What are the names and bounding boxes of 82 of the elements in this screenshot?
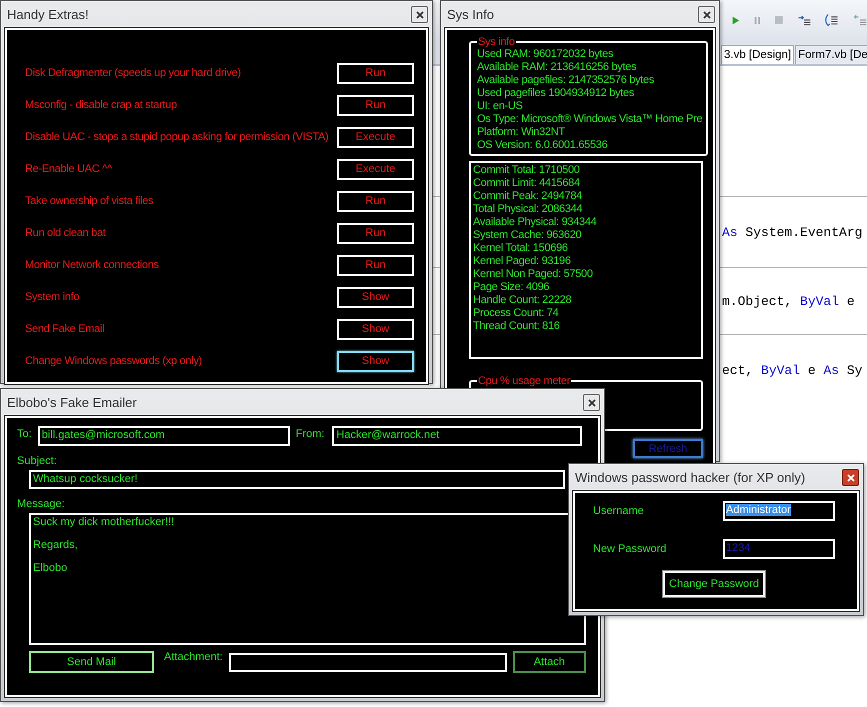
info-line: Os Type: Microsoft® Windows Vista™ Home Pre: [477, 113, 702, 126]
action-button[interactable]: Run: [337, 254, 414, 276]
stat-line: Available Physical: 934344: [473, 216, 598, 229]
window-title: Windows password hacker (for XP only): [574, 470, 806, 485]
tool-label: Disable UAC - stops a stupid popup asking for permission (VISTA): [25, 131, 328, 143]
group-title: Sys info: [477, 36, 516, 48]
stat-line: Page Size: 4096: [473, 281, 550, 294]
play-icon[interactable]: [732, 14, 740, 26]
action-button[interactable]: Show: [337, 350, 414, 372]
attach-button[interactable]: Attach: [512, 651, 586, 673]
action-button[interactable]: Execute: [337, 158, 414, 180]
document-tab[interactable]: Form7.vb [De: [795, 45, 867, 64]
action-button[interactable]: Show: [337, 318, 414, 340]
message-line: Regards,: [33, 539, 79, 551]
window-title: Handy Extras!: [6, 7, 89, 22]
attachment-field[interactable]: [228, 652, 507, 672]
info-line: Platform: Win32NT: [477, 126, 566, 139]
stat-line: Commit Peak: 2494784: [473, 190, 583, 203]
document-tab[interactable]: 3.vb [Design]: [721, 45, 794, 64]
step-into-icon[interactable]: [824, 11, 839, 29]
info-line: Used RAM: 960172032 bytes: [477, 48, 614, 61]
message-field[interactable]: Suck my dick motherfucker!!! Regards, Elbobo: [29, 513, 586, 645]
stat-line: Commit Total: 1710500: [473, 164, 581, 177]
info-line: OS Version: 6.0.6001.65536: [477, 139, 608, 152]
from-field[interactable]: Hacker@warrock.net: [332, 426, 582, 446]
close-button[interactable]: [411, 6, 428, 23]
tool-label: Disk Defragmenter (speeds up your hard drive): [25, 67, 241, 79]
close-button[interactable]: [583, 394, 600, 411]
action-button[interactable]: Execute: [337, 126, 414, 148]
action-button[interactable]: Run: [337, 62, 414, 84]
stat-line: Process Count: 74: [473, 307, 560, 320]
info-line: Available RAM: 2136416256 bytes: [477, 61, 638, 74]
message-line: Suck my dick motherfucker!!!: [33, 516, 176, 528]
action-button[interactable]: Run: [337, 190, 414, 212]
window-title: Elbobo's Fake Emailer: [6, 395, 137, 410]
message-line: Elbobo: [33, 562, 68, 574]
stat-line: Total Physical: 2086344: [473, 203, 584, 216]
close-button[interactable]: [698, 6, 715, 23]
group-title: Cpu % usage meter: [477, 375, 572, 387]
stat-line: Handle Count: 22228: [473, 294, 572, 307]
attachment-label: Attachment:: [164, 651, 223, 663]
action-button[interactable]: Run: [337, 222, 414, 244]
action-button[interactable]: Run: [337, 94, 414, 116]
username-label: Username: [593, 505, 644, 517]
stat-line: System Cache: 963620: [473, 229, 582, 242]
info-line: UI: en-US: [477, 100, 524, 113]
tool-label: Re-Enable UAC ^^: [25, 163, 112, 175]
action-button[interactable]: Show: [337, 286, 414, 308]
send-mail-button[interactable]: Send Mail: [29, 651, 154, 673]
subject-field[interactable]: Whatsup cocksucker!: [29, 470, 565, 489]
tool-label: System info: [25, 291, 80, 303]
stat-line: Kernel Paged: 93196: [473, 255, 572, 268]
code-line: ect, ByVal e As Sy: [722, 362, 862, 378]
close-icon: [588, 398, 596, 406]
tool-label: Msconfig - disable crap at startup: [25, 99, 177, 111]
from-label: From:: [296, 427, 324, 440]
change-password-button[interactable]: Change Password: [663, 571, 765, 597]
message-label: Message:: [17, 498, 66, 510]
tool-label: Send Fake Email: [25, 323, 104, 335]
close-button[interactable]: [842, 469, 859, 486]
close-icon: [416, 10, 424, 18]
username-field[interactable]: Administrator: [723, 501, 835, 521]
stat-line: Kernel Non Paged: 57500: [473, 268, 594, 281]
close-icon: [702, 10, 710, 18]
stat-line: Thread Count: 816: [473, 320, 561, 333]
subject-label: Subject:: [17, 455, 58, 467]
window-title: Sys Info: [446, 7, 494, 22]
tool-label: Take ownership of vista files: [25, 195, 154, 207]
info-line: Used pagefiles 1904934912 bytes: [477, 87, 636, 100]
stat-line: Commit Limit: 4415684: [473, 177, 581, 190]
step-out-icon[interactable]: [852, 12, 867, 28]
stat-line: Kernel Total: 150696: [473, 242, 569, 255]
tool-label: Run old clean bat: [25, 227, 106, 239]
to-label: To:: [17, 427, 32, 440]
tool-label: Monitor Network connections: [25, 259, 159, 271]
new-password-label: New Password: [593, 543, 666, 555]
code-line: As System.EventArg: [722, 224, 862, 240]
to-field[interactable]: bill.gates@microsoft.com: [38, 426, 290, 446]
tool-label: Change Windows passwords (xp only): [25, 355, 202, 367]
info-line: Available pagefiles: 2147352576 bytes: [477, 74, 656, 87]
close-icon: [846, 474, 854, 482]
code-line: m.Object, ByVal e: [722, 294, 855, 308]
